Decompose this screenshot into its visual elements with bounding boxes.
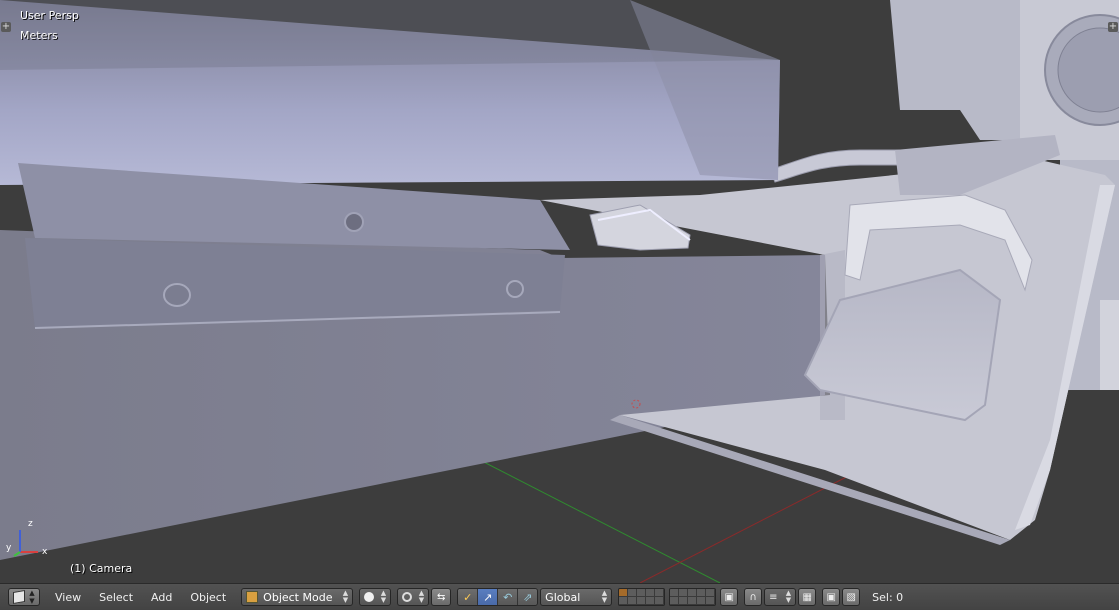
3d-viewport[interactable]: z x y User Persp Meters (1) Camera + + bbox=[0, 0, 1119, 583]
shading-dropdown[interactable]: ▲ ▼ bbox=[359, 588, 392, 606]
menu-add[interactable]: Add bbox=[142, 591, 181, 604]
toolshelf-expand-icon[interactable]: + bbox=[1, 22, 11, 32]
svg-text:z: z bbox=[28, 519, 33, 529]
arrow-manipulator-icon[interactable]: ↗ bbox=[478, 589, 499, 605]
camera-render-icon: ▣ bbox=[826, 591, 836, 603]
pivot-dropdown[interactable]: ▲ ▼ bbox=[397, 588, 430, 606]
dropdown-arrows-icon: ▲ ▼ bbox=[418, 589, 425, 604]
lock-layers-button[interactable]: ▣ bbox=[720, 588, 739, 606]
pivot-align-icon: ⇆ bbox=[436, 591, 446, 603]
magnet-icon: ∩ bbox=[749, 591, 757, 603]
proportional-edit-button[interactable]: ▦ bbox=[798, 588, 817, 606]
menu-select[interactable]: Select bbox=[90, 591, 142, 604]
properties-expand-icon[interactable]: + bbox=[1108, 22, 1118, 32]
lock-icon: ▣ bbox=[724, 591, 734, 603]
svg-text:x: x bbox=[42, 547, 48, 557]
pivot-point-icon bbox=[402, 592, 413, 602]
scale-manipulator-icon[interactable]: ⇗ bbox=[518, 589, 538, 605]
menu-view[interactable]: View bbox=[46, 591, 90, 604]
snap-increment-icon: ≡ bbox=[769, 591, 778, 603]
layers-grid-2[interactable] bbox=[669, 588, 717, 606]
render-animation-button[interactable]: ▧ bbox=[842, 588, 861, 606]
object-mode-icon bbox=[246, 591, 259, 603]
clapper-icon: ▧ bbox=[846, 591, 856, 603]
orientation-dropdown[interactable]: Global ▲ ▼ bbox=[540, 588, 613, 606]
menu-object[interactable]: Object bbox=[181, 591, 235, 604]
svg-text:y: y bbox=[6, 543, 12, 553]
scene-render: z x y bbox=[0, 0, 1119, 583]
solid-sphere-icon bbox=[364, 592, 375, 602]
units-label: Meters bbox=[20, 29, 58, 42]
dropdown-arrows-icon: ▲ ▼ bbox=[342, 589, 349, 604]
selection-count: Sel: 0 bbox=[872, 590, 904, 604]
snap-element-dropdown[interactable]: ≡ ▲ ▼ bbox=[764, 588, 797, 606]
editor-type-button[interactable]: ▲ ▼ bbox=[8, 588, 40, 606]
translate-axes-icon[interactable]: ✓ bbox=[458, 589, 479, 605]
cube-icon bbox=[13, 589, 26, 605]
layers-grid-1[interactable] bbox=[618, 588, 666, 606]
viewport-header: ▲ ▼ View Select Add Object Object Mode ▲ ▼… bbox=[0, 583, 1119, 610]
render-opengl-button[interactable]: ▣ bbox=[822, 588, 841, 606]
manipulator-group: ✓ ↗ ↶ ⇗ bbox=[457, 588, 539, 606]
mode-dropdown[interactable]: Object Mode ▲ ▼ bbox=[241, 588, 354, 606]
orientation-label: Global bbox=[545, 590, 581, 604]
proportional-edit-icon: ▦ bbox=[802, 591, 812, 603]
view-name-label: User Persp bbox=[20, 9, 79, 22]
dropdown-arrows-icon: ▲ ▼ bbox=[380, 589, 387, 604]
rotate-manipulator-icon[interactable]: ↶ bbox=[498, 589, 519, 605]
snap-toggle[interactable]: ∩ bbox=[744, 588, 763, 606]
active-object-label: (1) Camera bbox=[70, 562, 133, 575]
dropdown-arrows-icon: ▲ ▼ bbox=[601, 589, 608, 604]
dropdown-arrows-icon: ▲ ▼ bbox=[785, 589, 792, 604]
pivot-align-button[interactable]: ⇆ bbox=[431, 588, 452, 606]
mode-label: Object Mode bbox=[263, 590, 333, 604]
